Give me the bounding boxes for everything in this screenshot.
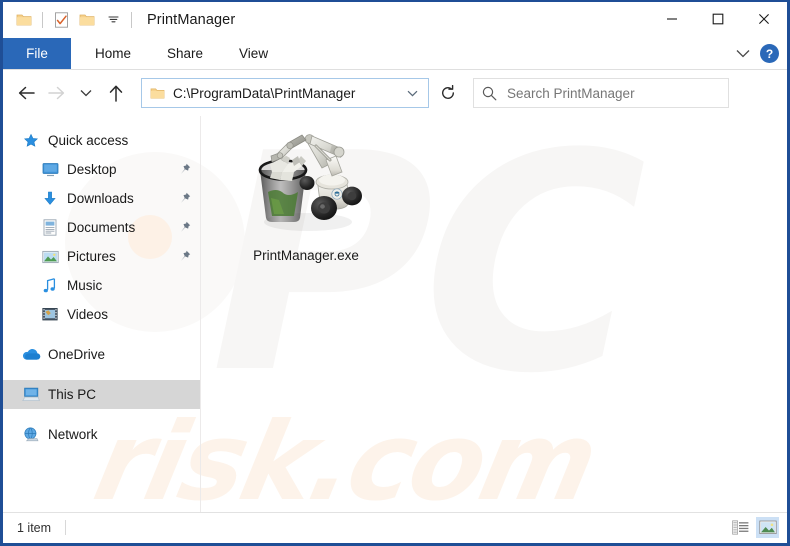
explorer-window: PC risk.com PrintManager File Home Share… <box>0 0 790 546</box>
desktop-icon <box>40 160 60 180</box>
pin-icon[interactable] <box>178 250 192 264</box>
search-input[interactable]: Search PrintManager <box>473 78 729 108</box>
sidebar-item-label: Downloads <box>67 191 134 206</box>
sidebar-item-network[interactable]: Network <box>3 420 200 449</box>
qat-separator <box>42 12 43 28</box>
item-count-label: 1 item <box>17 520 52 535</box>
chevron-down-icon[interactable] <box>736 49 750 58</box>
sidebar-item-label: This PC <box>48 387 97 402</box>
sidebar-item-videos[interactable]: Videos <box>3 300 200 329</box>
file-name-label: PrintManager.exe <box>253 248 359 263</box>
star-icon <box>21 131 41 151</box>
sidebar-item-label: Music <box>67 278 103 293</box>
tab-view[interactable]: View <box>221 38 286 69</box>
sidebar-item-documents[interactable]: Documents <box>3 213 200 242</box>
refresh-icon[interactable] <box>433 78 463 108</box>
recent-locations-chevron-icon[interactable] <box>71 78 101 108</box>
chevron-down-icon[interactable] <box>401 90 424 97</box>
sidebar-item-this-pc[interactable]: This PC <box>3 380 200 409</box>
file-list-pane[interactable]: PrintManager.exe <box>201 116 787 512</box>
search-placeholder: Search PrintManager <box>507 85 635 101</box>
title-bar: PrintManager <box>3 2 787 38</box>
maximize-icon[interactable] <box>695 2 741 36</box>
sidebar-item-label: Network <box>48 427 98 442</box>
music-icon <box>40 276 60 296</box>
ribbon-right-controls: ? <box>736 38 787 69</box>
search-icon <box>482 86 497 101</box>
tab-file[interactable]: File <box>3 38 71 69</box>
help-icon[interactable]: ? <box>760 44 779 63</box>
folder-icon[interactable] <box>11 5 37 35</box>
sidebar-item-onedrive[interactable]: OneDrive <box>3 340 200 369</box>
sidebar-item-label: Documents <box>67 220 136 235</box>
sidebar-item-pictures[interactable]: Pictures <box>3 242 200 271</box>
address-path-text: C:\ProgramData\PrintManager <box>173 85 356 101</box>
body-split: Quick access Desktop Downloads Documents… <box>3 116 787 512</box>
tab-share[interactable]: Share <box>149 38 221 69</box>
network-icon <box>21 425 41 445</box>
back-arrow-icon[interactable] <box>11 78 41 108</box>
folder-icon <box>150 87 165 100</box>
sidebar-item-music[interactable]: Music <box>3 271 200 300</box>
pin-icon[interactable] <box>178 221 192 235</box>
sidebar-item-label: Videos <box>67 307 109 322</box>
new-folder-icon[interactable] <box>74 5 100 35</box>
videos-icon <box>40 305 60 325</box>
navigation-pane: Quick access Desktop Downloads Documents… <box>3 116 201 512</box>
address-bar-row: C:\ProgramData\PrintManager Search Print… <box>3 70 787 116</box>
details-view-icon[interactable] <box>729 517 752 538</box>
sidebar-item-desktop[interactable]: Desktop <box>3 155 200 184</box>
pin-icon[interactable] <box>178 163 192 177</box>
onedrive-icon <box>21 345 41 365</box>
sidebar-item-label: Desktop <box>67 162 117 177</box>
ribbon-tabs: File Home Share View ? <box>3 38 787 70</box>
window-controls <box>649 2 787 36</box>
forward-arrow-icon[interactable] <box>41 78 71 108</box>
pictures-icon <box>40 247 60 267</box>
pin-icon[interactable] <box>178 192 192 206</box>
large-icons-view-icon[interactable] <box>756 517 779 538</box>
page-title: PrintManager <box>147 12 236 28</box>
sidebar-item-downloads[interactable]: Downloads <box>3 184 200 213</box>
sidebar-item-label: Quick access <box>48 133 129 148</box>
close-icon[interactable] <box>741 2 787 36</box>
sidebar-item-label: Pictures <box>67 249 116 264</box>
address-input[interactable]: C:\ProgramData\PrintManager <box>141 78 429 108</box>
up-arrow-icon[interactable] <box>101 78 131 108</box>
this-pc-icon <box>21 385 41 405</box>
view-buttons <box>729 517 779 538</box>
customize-qat-chevron-icon[interactable] <box>100 5 126 35</box>
robot-arm-trash-bin-icon <box>246 126 366 244</box>
properties-icon[interactable] <box>48 5 74 35</box>
tab-home[interactable]: Home <box>77 38 149 69</box>
sidebar-item-label: OneDrive <box>48 347 106 362</box>
minimize-icon[interactable] <box>649 2 695 36</box>
status-separator <box>65 520 67 535</box>
list-item[interactable]: PrintManager.exe <box>231 126 381 263</box>
downloads-icon <box>40 189 60 209</box>
status-bar: 1 item <box>3 512 787 542</box>
sidebar-item-quick-access[interactable]: Quick access <box>3 126 200 155</box>
documents-icon <box>40 218 60 238</box>
title-separator <box>131 12 132 28</box>
